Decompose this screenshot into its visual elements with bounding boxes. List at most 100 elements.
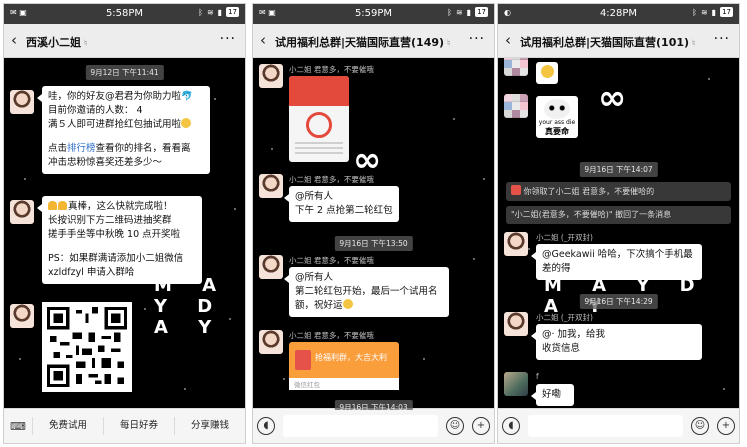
message-input[interactable]	[528, 415, 683, 437]
battery-icon: 17	[475, 7, 488, 17]
red-packet-message[interactable]: 抢福利群，大吉大利 微信红包	[289, 342, 399, 390]
menu-share-earn[interactable]: 分享赚钱	[174, 417, 245, 435]
sender-avatar[interactable]	[259, 330, 283, 354]
chat-area[interactable]: M A Y D A Y 9月12日 下午11:41 哇，你的好友@君君为你助力啦…	[4, 58, 245, 410]
status-bar: ◐ 4:28PM ᛒ ≋ ▮ 17	[498, 4, 739, 24]
chat-header: ‹ 西溪小二姐 ♮ ···	[4, 24, 245, 58]
phone-screen-3: ◐ 4:28PM ᛒ ≋ ▮ 17 ‹ 试用福利总群|天猫国际直营(101) ♮ …	[497, 3, 740, 444]
message-timestamp: 9月16日 下午13:50	[334, 236, 413, 251]
sender-name: 小二姐 君意多，不要催哦	[289, 331, 374, 340]
system-message: "小二姐(君意多，不要催哈)" 撤回了一条消息	[506, 206, 731, 224]
sender-avatar[interactable]	[504, 94, 528, 118]
sender-name: 小二姐 (_开双封)	[536, 313, 593, 322]
sticker-message[interactable]: your ass die 真要命	[536, 96, 578, 138]
battery-icon: 17	[226, 7, 239, 17]
red-packet-text: 抢福利群，大吉大利	[315, 353, 387, 362]
chat-title: 试用福利总群|天猫国际直营(101) ♮	[520, 36, 696, 49]
red-packet-footer: 微信红包	[289, 378, 399, 390]
emoji-sticker[interactable]	[536, 62, 558, 84]
mayday-wallpaper-text: M A Y D A Y	[154, 275, 229, 338]
smile-emoji-icon	[342, 299, 353, 309]
phone-screen-2: ✉ ▣ 5:59PM ᛒ ≋ ▮ 17 ‹ 试用福利总群|天猫国际直营(149)…	[252, 3, 495, 444]
message-line: xzldfzyl 申请入群哈	[48, 267, 135, 278]
message-bubble[interactable]: @Geekawii 哈哈，下次搞个手机最 差的得	[531, 244, 702, 280]
menu-free-trial[interactable]: 免费试用	[32, 417, 103, 435]
red-envelope-icon	[295, 350, 311, 370]
status-right-icons: ᛒ ≋ ▮ 17	[447, 7, 488, 17]
emoji-icon[interactable]: ☺	[691, 417, 709, 435]
back-arrow-icon[interactable]: ‹	[11, 31, 17, 49]
qr-code-image[interactable]	[42, 302, 132, 392]
sender-name: 小二姐 君意多，不要催哦	[289, 65, 374, 74]
voice-icon[interactable]: ◖	[257, 417, 275, 435]
sender-avatar[interactable]	[10, 304, 34, 328]
wifi-icon: ≋	[206, 7, 214, 17]
chat-menu-bar: ⌨ 免费试用 每日好券 分享赚钱	[4, 408, 245, 443]
chat-area[interactable]: ∞ M A Y D A Y your ass die 真要命 9月16日 下午1…	[498, 58, 739, 410]
chat-header: ‹ 试用福利总群|天猫国际直营(149) ♮ ···	[253, 24, 494, 58]
message-line: @所有人	[295, 191, 334, 202]
sender-avatar[interactable]	[10, 90, 34, 114]
signal-icon: ▮	[466, 7, 472, 17]
message-bubble[interactable]: @· 加我，给我 收货信息	[531, 324, 702, 360]
mute-icon: ♮	[692, 39, 696, 49]
more-options-icon[interactable]: ···	[714, 31, 730, 47]
image-text-lines	[295, 142, 343, 156]
sender-avatar[interactable]	[504, 312, 528, 336]
message-input[interactable]	[283, 415, 438, 437]
sender-avatar[interactable]	[504, 232, 528, 256]
sender-name: 小二姐 君意多，不要催哦	[289, 175, 374, 184]
more-options-icon[interactable]: ···	[220, 31, 236, 47]
signal-icon: ▮	[711, 7, 717, 17]
sender-avatar[interactable]	[259, 64, 283, 88]
sticker-caption: your ass die	[538, 119, 576, 126]
sender-avatar[interactable]	[504, 372, 528, 396]
message-timestamp: 9月16日 下午14:03	[334, 400, 413, 410]
menu-daily-coupons[interactable]: 每日好券	[103, 417, 174, 435]
sender-avatar[interactable]	[259, 255, 283, 279]
qr-code-icon	[47, 307, 127, 387]
panda-face-icon	[544, 99, 570, 119]
message-line: 收货信息	[542, 343, 581, 354]
chat-title: 西溪小二姐 ♮	[26, 36, 88, 49]
chat-area[interactable]: ∞ 小二姐 君意多，不要催哦 小二姐 君意多，不要催哦 @所有人 下午 2 点抢…	[253, 58, 494, 410]
message-bubble[interactable]: @所有人 第二轮红包开始，最后一个试用名 额，祝好运	[284, 267, 449, 317]
sender-avatar[interactable]	[504, 58, 528, 76]
wifi-icon: ≋	[455, 7, 463, 17]
red-packet-icon	[511, 185, 521, 195]
message-bubble[interactable]: 真棒，这么快就完成啦！ 长按识别下方二维码进抽奖群 搓手手坐等中秋晚 10 点开…	[37, 196, 202, 284]
more-options-icon[interactable]: ···	[469, 31, 485, 47]
message-line: 目前你邀请的人数： 4	[48, 105, 143, 116]
message-line: 额，祝好运	[295, 299, 443, 313]
sender-avatar[interactable]	[259, 174, 283, 198]
message-bubble[interactable]: 好嘞	[531, 384, 574, 406]
chat-input-bar: ◖ ☺ +	[253, 408, 494, 443]
battery-icon: 17	[720, 7, 733, 17]
ranking-link[interactable]: 排行榜	[67, 143, 96, 154]
back-arrow-icon[interactable]: ‹	[260, 31, 266, 49]
message-bubble[interactable]: @所有人 下午 2 点抢第二轮红包	[284, 186, 399, 222]
sender-avatar[interactable]	[10, 200, 34, 224]
bluetooth-icon: ᛒ	[198, 7, 203, 17]
message-line: 长按识别下方二维码进抽奖群	[48, 215, 172, 226]
message-line: PS：如果群满请添加小二姐微信	[48, 253, 184, 264]
image-message[interactable]	[289, 76, 349, 162]
keyboard-icon[interactable]: ⌨	[4, 420, 32, 433]
back-arrow-icon[interactable]: ‹	[505, 31, 511, 49]
message-bubble[interactable]: 哇，你的好友@君君为你助力啦🐬 目前你邀请的人数： 4 满５人即可进群抢红包抽试…	[37, 86, 210, 174]
emoji-icon[interactable]: ☺	[446, 417, 464, 435]
message-line: @· 加我，给我	[542, 329, 606, 340]
bell-emoji-icon	[48, 201, 57, 210]
message-line: 点击排行榜查看你的排名，看看离	[48, 143, 191, 154]
message-line: 好嘞	[542, 389, 562, 400]
message-line: 冲击忠粉惊喜奖还差多少～	[48, 157, 163, 168]
chat-header: ‹ 试用福利总群|天猫国际直营(101) ♮ ···	[498, 24, 739, 58]
message-timestamp: 9月16日 下午14:07	[579, 162, 658, 177]
message-line: 满５人即可进群抢红包抽试用啦	[48, 118, 204, 132]
message-line: @所有人	[295, 272, 334, 283]
plus-icon[interactable]: +	[472, 417, 490, 435]
plus-icon[interactable]: +	[717, 417, 735, 435]
voice-icon[interactable]: ◖	[502, 417, 520, 435]
sender-name: 小二姐 (_开双封)	[536, 233, 593, 242]
smile-emoji-icon	[540, 65, 554, 78]
